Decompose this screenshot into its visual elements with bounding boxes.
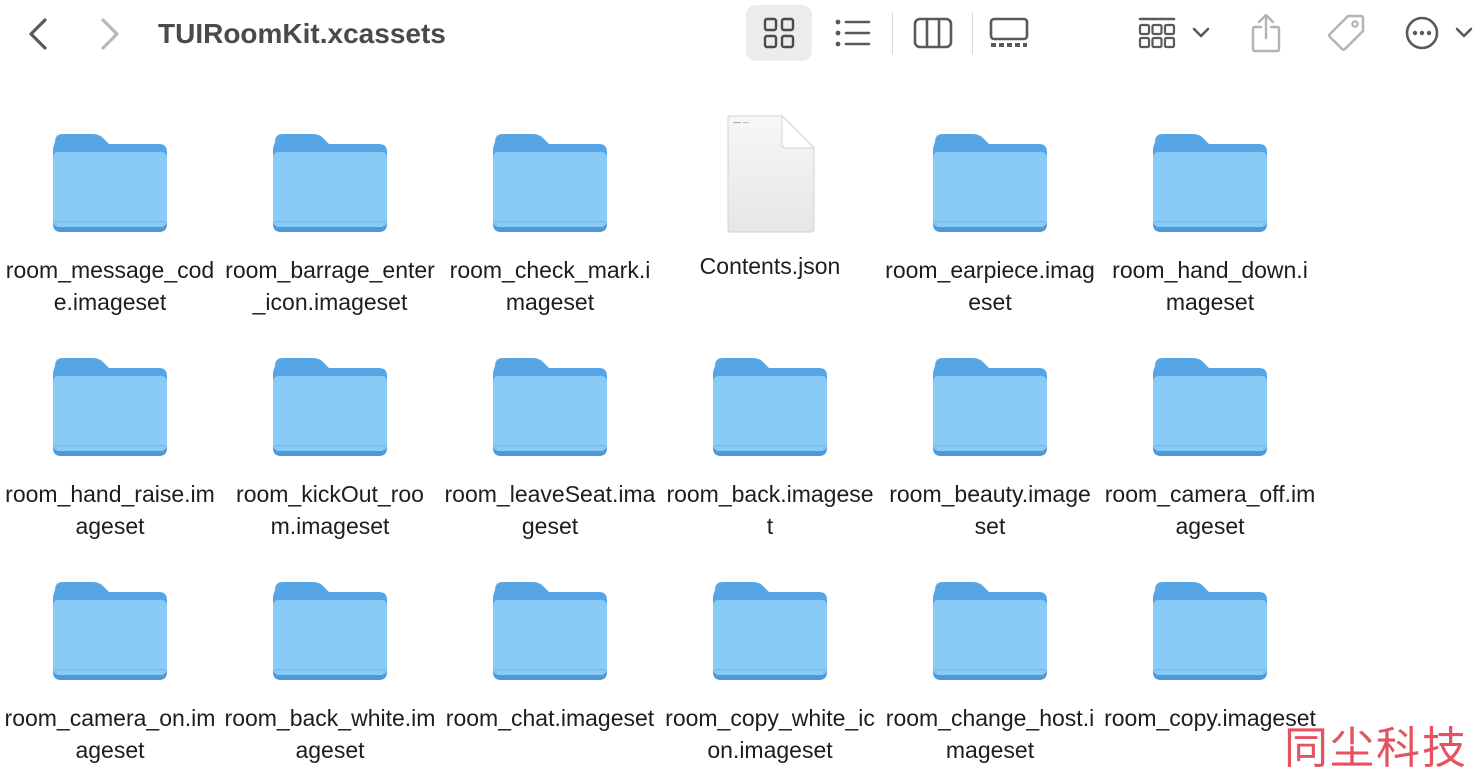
folder-label: room_barrage_enter_icon.imageset bbox=[225, 257, 435, 315]
folder-item[interactable]: room_hand_down.imageset bbox=[1100, 96, 1320, 320]
toolbar-divider bbox=[972, 12, 973, 54]
document-label: Contents.json bbox=[699, 253, 841, 279]
folder-icon bbox=[268, 572, 392, 682]
json-document-icon bbox=[708, 114, 832, 234]
file-icon-grid: room_message_code.imageset room_barrage_… bbox=[0, 96, 1330, 768]
group-by-button[interactable] bbox=[1132, 5, 1216, 61]
folder-label: room_beauty.imageset bbox=[889, 481, 1091, 539]
forward-button[interactable] bbox=[90, 14, 130, 54]
folder-icon bbox=[488, 124, 612, 234]
folder-icon bbox=[1148, 348, 1272, 458]
folder-item[interactable]: room_camera_on.imageset bbox=[0, 544, 220, 768]
folder-item[interactable]: room_copy_white_icon.imageset bbox=[660, 544, 880, 768]
folder-icon bbox=[268, 124, 392, 234]
folder-icon bbox=[268, 348, 392, 458]
folder-label: room_kickOut_room.imageset bbox=[236, 481, 424, 539]
folder-label: room_message_code.imageset bbox=[5, 257, 215, 315]
folder-item[interactable]: room_camera_off.imageset bbox=[1100, 320, 1320, 544]
chevron-left-icon bbox=[29, 18, 47, 50]
folder-item[interactable]: room_copy.imageset bbox=[1100, 544, 1320, 768]
folder-item[interactable]: room_leaveSeat.imageset bbox=[440, 320, 660, 544]
folder-label: room_hand_raise.imageset bbox=[5, 481, 215, 539]
folder-label: room_camera_on.imageset bbox=[4, 705, 216, 763]
folder-icon bbox=[1148, 572, 1272, 682]
folder-item[interactable]: room_beauty.imageset bbox=[880, 320, 1100, 544]
folder-icon bbox=[48, 124, 172, 234]
tag-button[interactable] bbox=[1322, 5, 1370, 61]
folder-label: room_copy_white_icon.imageset bbox=[665, 705, 875, 763]
folder-item[interactable]: room_back.imageset bbox=[660, 320, 880, 544]
share-icon bbox=[1251, 13, 1281, 53]
back-button[interactable] bbox=[18, 14, 58, 54]
folder-item[interactable]: room_earpiece.imageset bbox=[880, 96, 1100, 320]
folder-item[interactable]: room_barrage_enter_icon.imageset bbox=[220, 96, 440, 320]
columns-icon bbox=[913, 17, 953, 49]
folder-icon bbox=[928, 572, 1052, 682]
gallery-view-button[interactable] bbox=[982, 5, 1036, 61]
folder-label: room_copy.imageset bbox=[1104, 705, 1316, 731]
folder-label: room_earpiece.imageset bbox=[885, 257, 1095, 315]
folder-label: room_hand_down.imageset bbox=[1112, 257, 1308, 315]
folder-label: room_leaveSeat.imageset bbox=[444, 481, 656, 539]
folder-label: room_check_mark.imageset bbox=[449, 257, 651, 315]
folder-icon bbox=[708, 572, 832, 682]
document-item[interactable]: Contents.json bbox=[660, 96, 880, 320]
folder-icon bbox=[48, 348, 172, 458]
folder-item[interactable]: room_hand_raise.imageset bbox=[0, 320, 220, 544]
folder-label: room_change_host.imageset bbox=[885, 705, 1095, 763]
folder-icon bbox=[488, 348, 612, 458]
more-ellipsis-icon bbox=[1405, 16, 1439, 50]
folder-icon bbox=[488, 572, 612, 682]
tag-icon bbox=[1328, 14, 1365, 51]
folder-item[interactable]: room_chat.imageset bbox=[440, 544, 660, 768]
more-actions-button[interactable] bbox=[1404, 5, 1484, 61]
toolbar-divider bbox=[892, 12, 893, 54]
list-view-button[interactable] bbox=[826, 5, 880, 61]
folder-label: room_camera_off.imageset bbox=[1104, 481, 1316, 539]
folder-item[interactable]: room_check_mark.imageset bbox=[440, 96, 660, 320]
folder-icon bbox=[928, 124, 1052, 234]
folder-item[interactable]: room_change_host.imageset bbox=[880, 544, 1100, 768]
chevron-right-icon bbox=[101, 18, 119, 50]
chevron-down-icon bbox=[1455, 27, 1473, 38]
gallery-icon bbox=[989, 17, 1029, 47]
folder-label: room_chat.imageset bbox=[445, 705, 655, 731]
folder-item[interactable]: room_message_code.imageset bbox=[0, 96, 220, 320]
group-by-icon bbox=[1138, 17, 1176, 49]
window-title: TUIRoomKit.xcassets bbox=[158, 18, 446, 49]
folder-label: room_back_white.imageset bbox=[224, 705, 436, 763]
folder-icon bbox=[928, 348, 1052, 458]
column-view-button[interactable] bbox=[906, 5, 960, 61]
folder-item[interactable]: room_kickOut_room.imageset bbox=[220, 320, 440, 544]
folder-item[interactable]: room_back_white.imageset bbox=[220, 544, 440, 768]
chevron-down-icon bbox=[1192, 27, 1210, 38]
folder-label: room_back.imageset bbox=[666, 481, 874, 539]
folder-icon bbox=[1148, 124, 1272, 234]
share-button[interactable] bbox=[1244, 5, 1288, 61]
grid-icon bbox=[763, 17, 795, 49]
icon-view-button[interactable] bbox=[746, 5, 812, 61]
folder-icon bbox=[48, 572, 172, 682]
folder-icon bbox=[708, 348, 832, 458]
list-icon bbox=[835, 19, 871, 47]
finder-toolbar: TUIRoomKit.xcassets bbox=[0, 0, 1484, 68]
